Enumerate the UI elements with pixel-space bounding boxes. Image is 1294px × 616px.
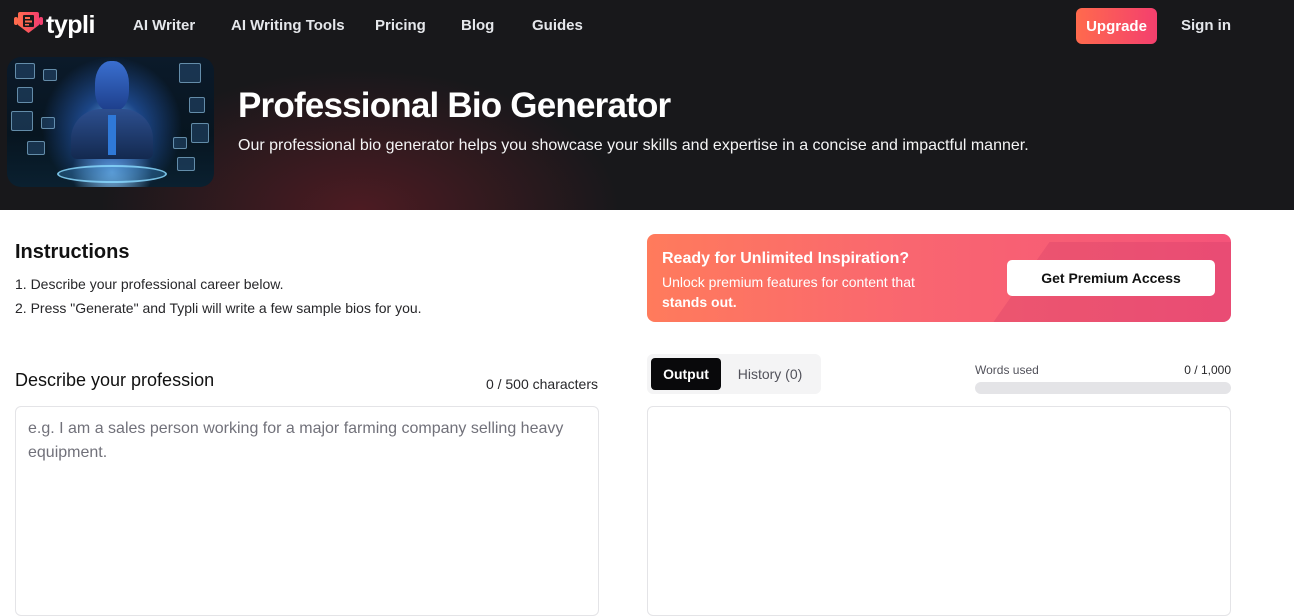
get-premium-access-button[interactable]: Get Premium Access <box>1007 260 1215 296</box>
premium-promo-banner: Ready for Unlimited Inspiration? Unlock … <box>647 234 1231 322</box>
words-used-label: Words used <box>975 363 1039 377</box>
header-banner: typli AI Writer AI Writing Tools Pricing… <box>0 0 1294 210</box>
page-title: Professional Bio Generator <box>238 86 671 125</box>
instructions-heading: Instructions <box>15 241 130 263</box>
upgrade-button[interactable]: Upgrade <box>1076 8 1157 44</box>
character-count: 0 / 500 characters <box>485 376 598 392</box>
tab-output[interactable]: Output <box>651 358 721 390</box>
profession-label: Describe your profession <box>15 370 215 390</box>
nav-link-ai-writing-tools[interactable]: AI Writing Tools <box>231 17 345 34</box>
page-subtitle: Our professional bio generator helps you… <box>238 137 1029 154</box>
words-used-count: 0 / 1,000 <box>1184 363 1231 377</box>
instruction-step-2: 2. Press "Generate" and Typli will write… <box>15 300 422 316</box>
words-used-progress-bar <box>975 382 1231 394</box>
logo-text: typli <box>46 11 95 39</box>
promo-desc-text: Unlock premium features for content that <box>662 274 915 290</box>
typli-logo-icon <box>14 10 44 41</box>
sign-in-link[interactable]: Sign in <box>1181 17 1231 34</box>
nav-link-blog[interactable]: Blog <box>461 17 494 34</box>
nav-link-pricing[interactable]: Pricing <box>375 17 426 34</box>
nav-link-ai-writer[interactable]: AI Writer <box>133 17 195 34</box>
nav-link-guides[interactable]: Guides <box>532 17 583 34</box>
output-panel <box>647 406 1231 616</box>
hero-image <box>7 57 214 187</box>
tab-history[interactable]: History (0) <box>725 358 815 390</box>
profession-input[interactable] <box>15 406 599 616</box>
promo-desc-bold: stands out. <box>662 294 737 310</box>
output-tabs: Output History (0) <box>647 354 821 394</box>
promo-title: Ready for Unlimited Inspiration? <box>662 250 910 267</box>
instruction-step-1: 1. Describe your professional career bel… <box>15 276 284 292</box>
top-nav: typli AI Writer AI Writing Tools Pricing… <box>0 0 1294 52</box>
logo[interactable]: typli <box>14 10 95 41</box>
promo-description: Unlock premium features for content that… <box>662 272 962 312</box>
